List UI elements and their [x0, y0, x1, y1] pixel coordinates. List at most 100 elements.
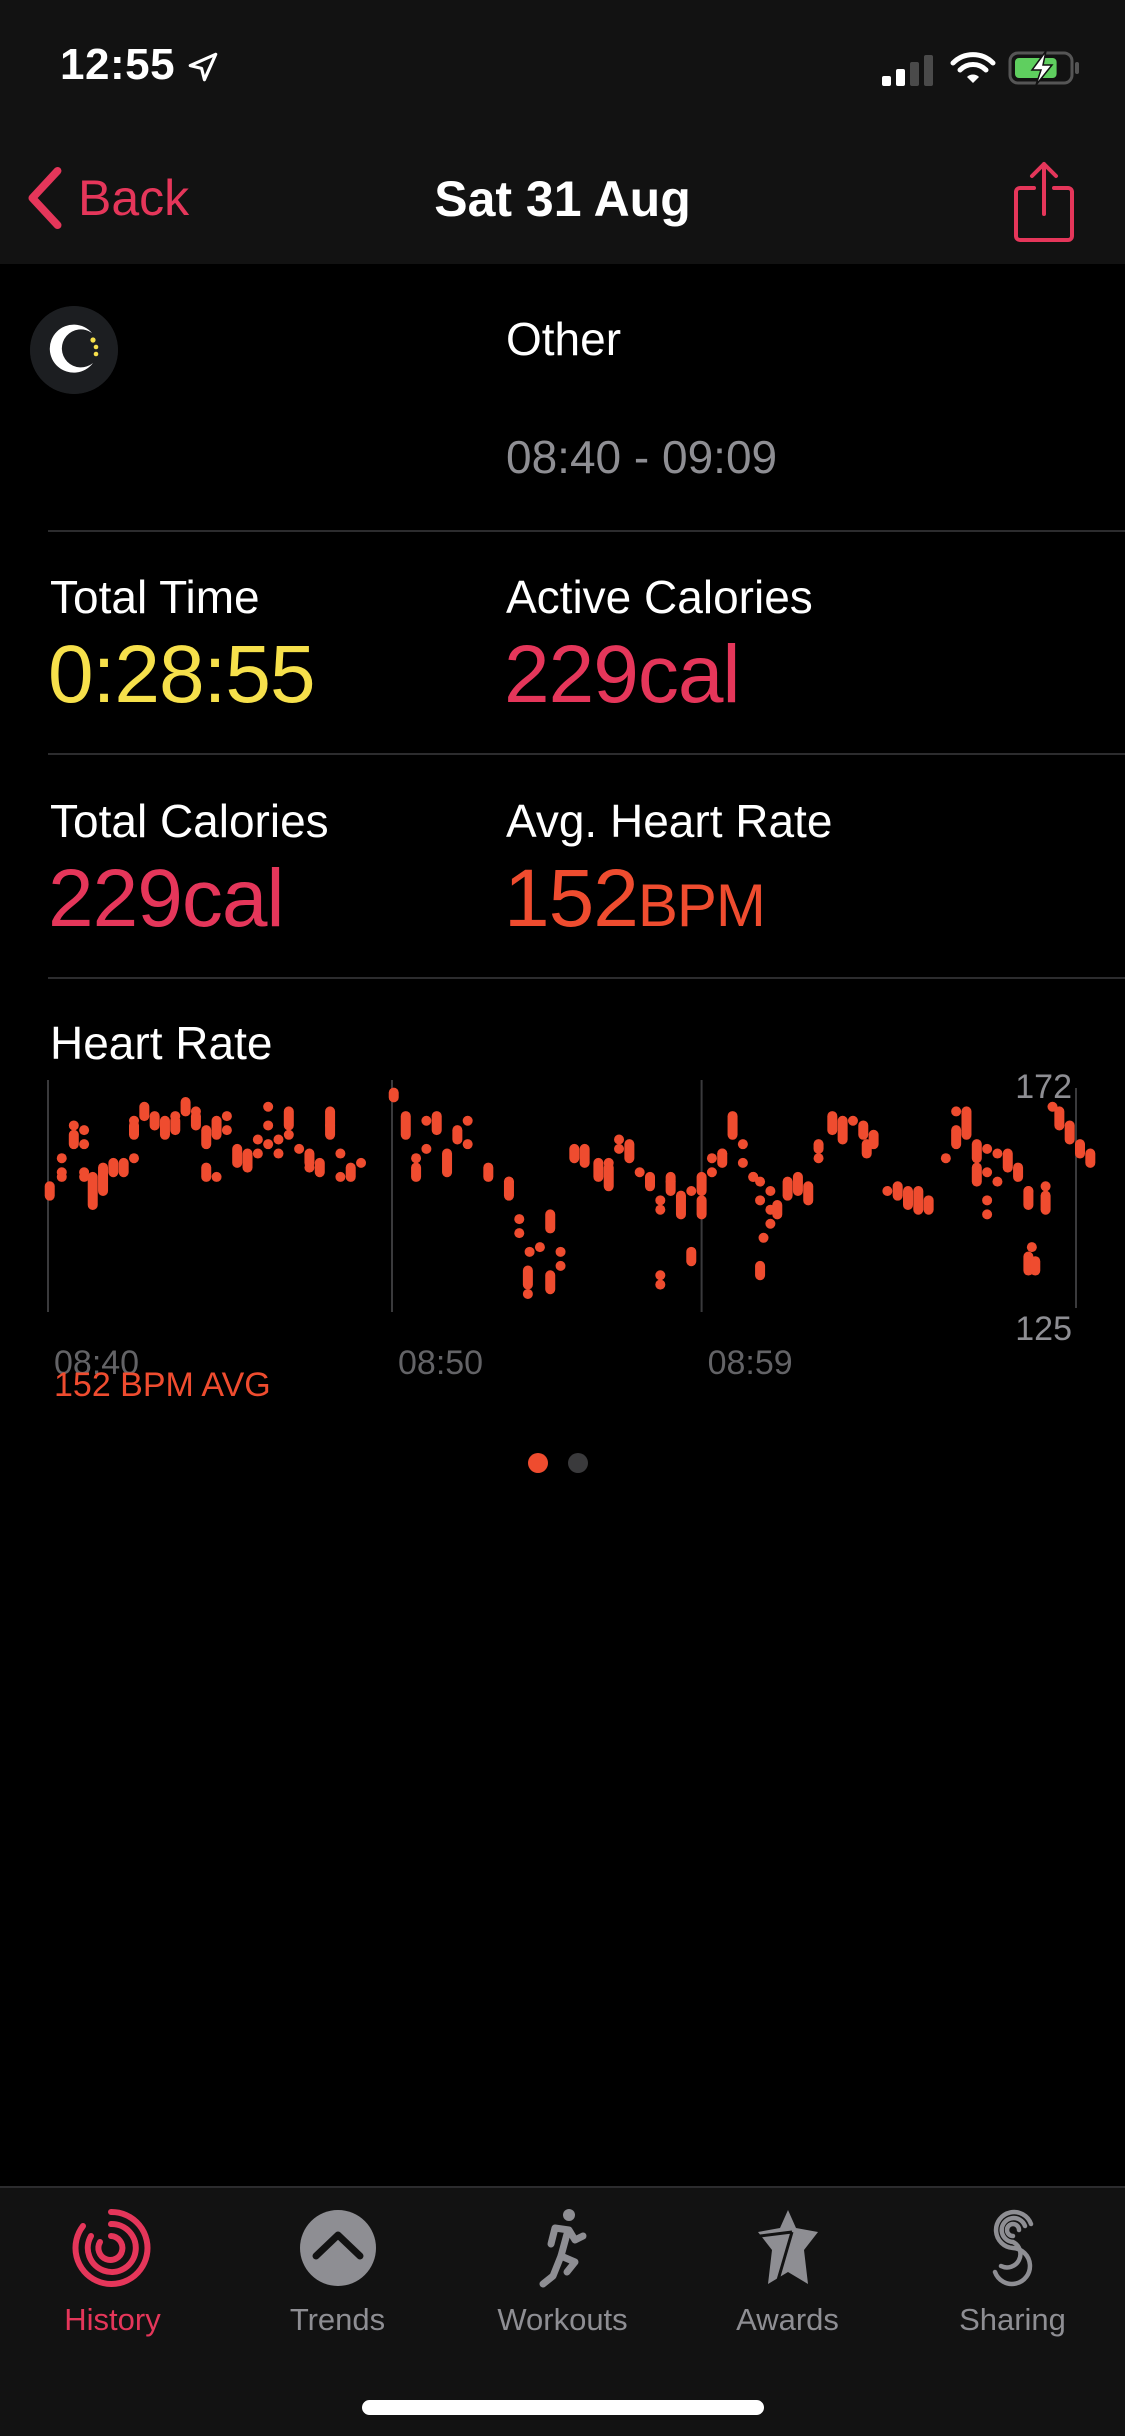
heart-rate-sample: [755, 1260, 766, 1281]
heart-rate-sample: [992, 1176, 1003, 1187]
heart-rate-sample: [452, 1125, 463, 1145]
heart-rate-sample: [483, 1162, 494, 1182]
heart-rate-sample: [903, 1185, 913, 1211]
tab-label: Trends: [289, 2302, 386, 2337]
wifi-icon: [950, 52, 996, 83]
share-icon[interactable]: [1008, 158, 1080, 244]
heart-rate-sample: [201, 1162, 212, 1182]
heart-rate-sample: [782, 1176, 793, 1201]
heart-rate-chart[interactable]: 08:40 08:50 08:59172125: [0, 1060, 1125, 1380]
heart-rate-sample: [503, 1176, 514, 1187]
heart-rate-sample: [1013, 1162, 1024, 1182]
heart-rate-sample: [356, 1157, 367, 1168]
heart-rate-sample: [1040, 1190, 1051, 1215]
heart-rate-sample: [992, 1148, 1003, 1159]
y-min-label: 125: [1015, 1310, 1072, 1348]
page-title: Sat 31 Aug: [434, 171, 691, 227]
heart-rate-sample: [1002, 1148, 1013, 1173]
other-workout-icon: [30, 306, 118, 394]
heart-rate-average: 152 BPM AVG: [54, 1366, 271, 1404]
heart-rate-sample: [170, 1111, 181, 1122]
heart-rate-sample: [727, 1111, 738, 1140]
divider: [48, 753, 1125, 755]
tab-workouts[interactable]: Workouts: [450, 2206, 675, 2346]
heart-rate-sample: [827, 1111, 838, 1136]
heart-rate-sample: [201, 1125, 212, 1150]
total-calories-value: 229cal: [48, 853, 285, 944]
heart-rate-sample: [913, 1185, 924, 1215]
x-tick-label: 08:59: [708, 1344, 793, 1380]
heart-rate-sample: [951, 1106, 962, 1117]
heart-rate-sample: [655, 1204, 666, 1215]
heart-rate-sample: [645, 1171, 655, 1192]
heart-rate-sample: [655, 1195, 666, 1206]
avg-heart-rate-label: Avg. Heart Rate: [506, 795, 833, 847]
heart-rate-sample: [765, 1218, 776, 1229]
active-calories-label: Active Calories: [506, 571, 813, 623]
heart-rate-sample: [593, 1157, 604, 1182]
heart-rate-sample: [211, 1171, 222, 1182]
tab-label: History: [64, 2302, 161, 2337]
heart-rate-sample: [242, 1148, 253, 1173]
signal-bar: [882, 76, 891, 86]
heart-rate-sample: [837, 1115, 848, 1145]
status-bar: 12:55: [0, 0, 1125, 132]
heart-rate-sample: [411, 1162, 422, 1182]
tab-history[interactable]: History: [0, 2206, 225, 2346]
x-tick-label: 08:50: [398, 1344, 483, 1380]
tab-label: Sharing: [959, 2302, 1066, 2337]
heart-rate-sample: [940, 1153, 951, 1164]
tab-awards[interactable]: Awards: [675, 2206, 900, 2346]
heart-rate-sample: [411, 1153, 422, 1164]
heart-rate-sample: [696, 1195, 707, 1220]
heart-rate-sample: [696, 1171, 707, 1196]
heart-rate-sample: [345, 1162, 356, 1182]
heart-rate-sample: [1026, 1242, 1037, 1253]
heart-rate-sample: [706, 1153, 717, 1164]
heart-rate-sample: [252, 1134, 263, 1145]
heart-rate-sample: [149, 1111, 160, 1131]
heart-rate-sample: [232, 1143, 243, 1168]
battery-icon: [1008, 50, 1079, 86]
heart-rate-sample: [675, 1190, 686, 1220]
heart-rate-sample: [892, 1181, 903, 1201]
heart-rate-sample: [44, 1181, 55, 1201]
sharing-s-icon: [992, 2209, 1033, 2287]
heart-rate-sample: [758, 1232, 769, 1243]
heart-rate-sample: [1023, 1185, 1034, 1196]
heart-rate-sample: [118, 1157, 129, 1178]
heart-rate-sample: [56, 1171, 67, 1182]
heart-rate-sample: [579, 1143, 590, 1168]
home-indicator[interactable]: [362, 2400, 764, 2415]
heart-rate-sample: [961, 1106, 972, 1140]
heart-rate-sample: [304, 1162, 315, 1173]
tab-trends[interactable]: Trends: [225, 2206, 450, 2346]
heart-rate-sample: [325, 1120, 336, 1140]
heart-rate-sample: [971, 1139, 982, 1164]
heart-rate-sample: [68, 1129, 79, 1150]
history-rings-icon: [72, 2208, 150, 2287]
tab-label: Awards: [736, 2302, 839, 2337]
heart-rate-sample: [634, 1167, 645, 1178]
heart-rate-sample: [335, 1171, 346, 1182]
heart-rate-sample: [545, 1270, 556, 1295]
heart-rate-sample: [294, 1143, 305, 1154]
heart-rate-sample: [190, 1106, 201, 1117]
page-indicator[interactable]: [528, 1453, 588, 1473]
heart-rate-sample: [462, 1139, 473, 1150]
heart-rate-sample: [431, 1111, 442, 1136]
total-time-label: Total Time: [50, 571, 260, 623]
heart-rate-sample: [882, 1185, 893, 1196]
heart-rate-sample: [462, 1115, 473, 1126]
heart-rate-sample: [400, 1111, 411, 1140]
workout-type: Other: [506, 313, 622, 365]
heart-rate-sample: [706, 1167, 717, 1178]
heart-rate-sample: [982, 1167, 993, 1178]
heart-rate-sample: [129, 1115, 139, 1126]
heart-rate-sample: [273, 1148, 284, 1159]
page-dot[interactable]: [568, 1453, 588, 1473]
page-dot[interactable]: [528, 1453, 548, 1473]
heart-rate-sample: [211, 1115, 222, 1140]
tab-sharing[interactable]: Sharing: [900, 2206, 1125, 2346]
signal-strength-icon: [882, 55, 933, 86]
